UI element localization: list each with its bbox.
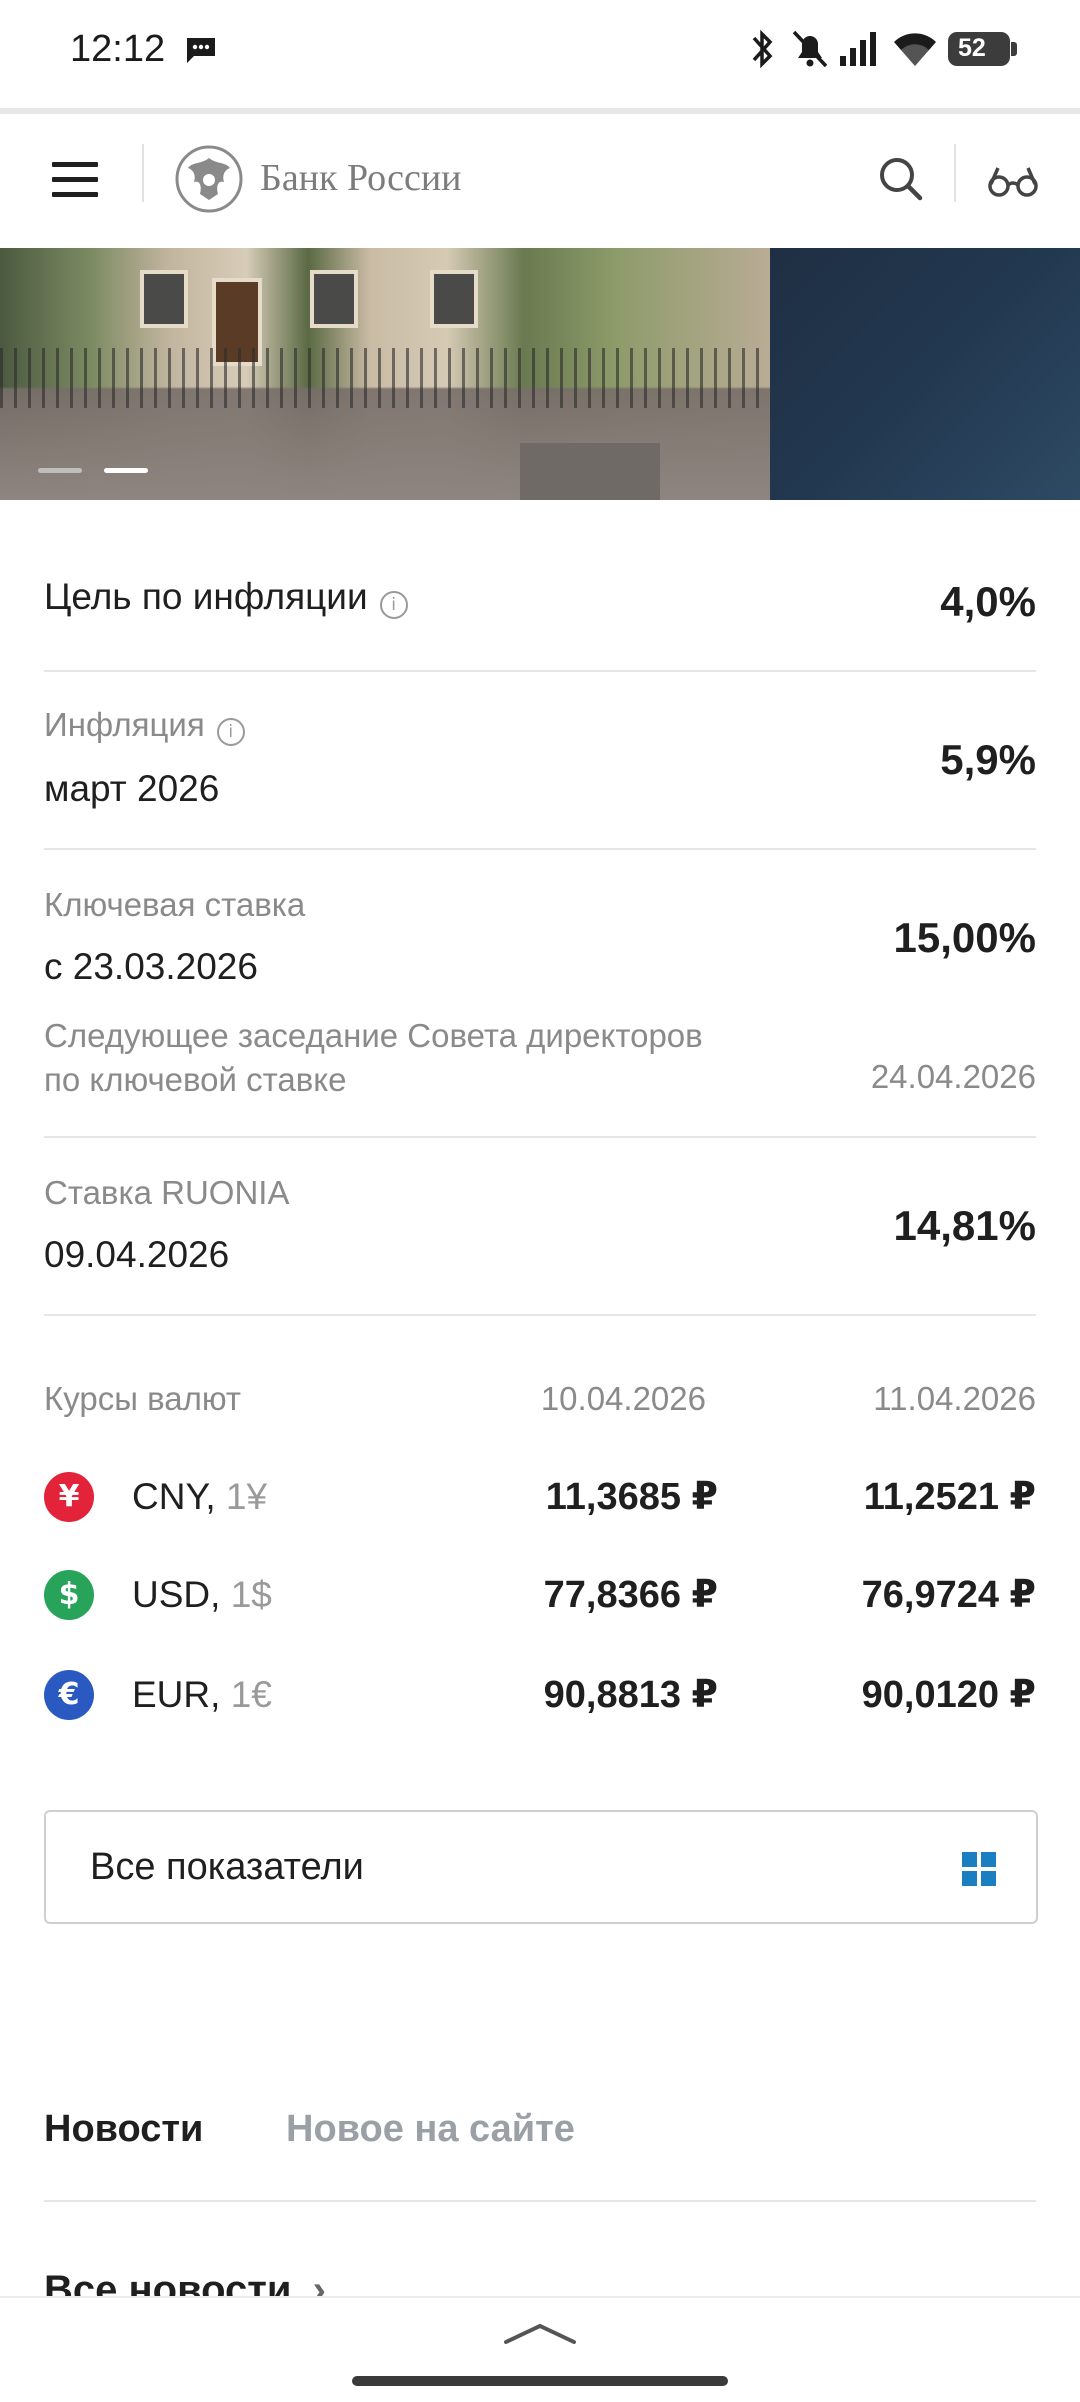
header-separator [142, 144, 144, 202]
carousel-dot[interactable] [38, 468, 82, 473]
currency-rate-2: 76,9724 ₽ [861, 1574, 1036, 1616]
all-indicators-label: Все показатели [90, 1846, 364, 1888]
inflation-row[interactable]: Инфляция i март 2026 5,9% [44, 706, 1036, 826]
bank-name[interactable]: Банк России [260, 156, 462, 200]
carousel-dot-active[interactable] [104, 468, 148, 473]
currency-date-1: 10.04.2026 [540, 1380, 706, 1417]
info-icon[interactable]: i [216, 717, 245, 746]
currency-code-text: CNY, [132, 1476, 216, 1517]
currency-date-2: 11.04.2026 [873, 1380, 1036, 1417]
divider [44, 1314, 1036, 1316]
banner-window [430, 270, 478, 328]
bell-muted-icon [792, 30, 828, 68]
banner-next-slide [770, 248, 1080, 500]
ruonia-label: Ставка RUONIA [44, 1174, 290, 1211]
banner-planter [520, 443, 660, 500]
accessibility-glasses-icon[interactable] [986, 160, 1040, 200]
bluetooth-icon [752, 29, 773, 69]
inflation-period: март 2026 [44, 767, 220, 809]
bottom-bar [0, 2296, 1080, 2402]
status-bar: 12:12 52 [0, 0, 1080, 100]
promo-banner[interactable] [0, 248, 1080, 500]
header-separator [954, 144, 956, 202]
menu-icon-line [52, 162, 98, 167]
inflation-target-value: 4,0% [940, 578, 1036, 625]
currency-header: Курсы валют 10.04.2026 11.04.2026 [44, 1380, 1036, 1418]
currency-code: EUR, 1€ [132, 1674, 272, 1716]
info-icon[interactable]: i [379, 590, 408, 619]
yuan-icon: ¥ [44, 1472, 94, 1522]
currency-title: Курсы валют [44, 1380, 242, 1417]
banner-window [140, 270, 188, 328]
tab-news[interactable]: Новости [44, 2108, 203, 2151]
currency-unit: 1¥ [225, 1476, 268, 1517]
next-meeting-date: 24.04.2026 [870, 1058, 1036, 1095]
menu-icon-line [52, 192, 98, 197]
banner-fence [0, 348, 770, 408]
bank-logo-icon[interactable] [174, 144, 244, 214]
all-indicators-button[interactable]: Все показатели [44, 1810, 1038, 1924]
banner-window [310, 270, 358, 328]
currency-code-text: USD, [132, 1574, 221, 1615]
divider [44, 2200, 1036, 2202]
message-notification-icon [187, 38, 215, 63]
app-header: Банк России [0, 114, 1080, 248]
status-time: 12:12 [70, 28, 166, 70]
next-meeting-line: Следующее заседание Совета директоров [44, 1017, 703, 1054]
chevron-up-icon[interactable] [500, 2318, 580, 2348]
dollar-icon: $ [44, 1570, 94, 1620]
ruonia-value: 14,81% [893, 1202, 1036, 1249]
menu-button[interactable] [52, 162, 98, 198]
battery-icon: 52 [948, 32, 1017, 66]
inflation-target-row[interactable]: Цель по инфляции i 4,0% [44, 576, 1036, 636]
currency-rate-1: 11,3685 ₽ [545, 1476, 718, 1518]
key-rate-value: 15,00% [893, 914, 1036, 961]
key-rate-label: Ключевая ставка [44, 886, 306, 923]
key-rate-since: с 23.03.2026 [44, 946, 258, 987]
currency-code-text: EUR, [132, 1674, 221, 1715]
currency-code: USD, 1$ [132, 1574, 272, 1616]
key-rate-row[interactable]: Ключевая ставка с 23.03.2026 15,00% След… [44, 886, 1036, 1106]
currency-rate-2: 11,2521 ₽ [863, 1476, 1036, 1518]
currency-rate-1: 90,8813 ₽ [543, 1674, 718, 1716]
currency-rate-1: 77,8366 ₽ [543, 1574, 718, 1616]
currency-rate-2: 90,0120 ₽ [861, 1674, 1036, 1716]
signal-icon [840, 32, 876, 66]
currency-row-cny[interactable]: ¥ CNY, 1¥ 11,3685 ₽ 11,2521 ₽ [44, 1468, 1036, 1528]
currency-row-eur[interactable]: € EUR, 1€ 90,8813 ₽ 90,0120 ₽ [44, 1666, 1036, 1726]
currency-code: CNY, 1¥ [132, 1476, 267, 1518]
grid-icon [962, 1852, 996, 1886]
divider [44, 1136, 1036, 1138]
currency-row-usd[interactable]: $ USD, 1$ 77,8366 ₽ 76,9724 ₽ [44, 1566, 1036, 1626]
divider [44, 670, 1036, 672]
inflation-value: 5,9% [940, 736, 1036, 783]
currency-unit: 1$ [230, 1574, 272, 1615]
menu-icon-line [52, 177, 98, 182]
ruonia-row[interactable]: Ставка RUONIA 09.04.2026 14,81% [44, 1174, 1036, 1294]
inflation-label: Инфляция [44, 706, 205, 743]
currency-unit: 1€ [230, 1674, 272, 1715]
ruonia-date: 09.04.2026 [44, 1234, 230, 1275]
wifi-icon [894, 33, 936, 66]
euro-icon: € [44, 1670, 94, 1720]
search-icon[interactable] [876, 154, 926, 204]
news-tabs: Новости Новое на сайте [44, 2100, 1036, 2180]
inflation-target-label: Цель по инфляции [44, 576, 368, 617]
tab-new-on-site[interactable]: Новое на сайте [286, 2108, 575, 2151]
home-indicator[interactable] [352, 2376, 728, 2386]
divider [44, 848, 1036, 850]
